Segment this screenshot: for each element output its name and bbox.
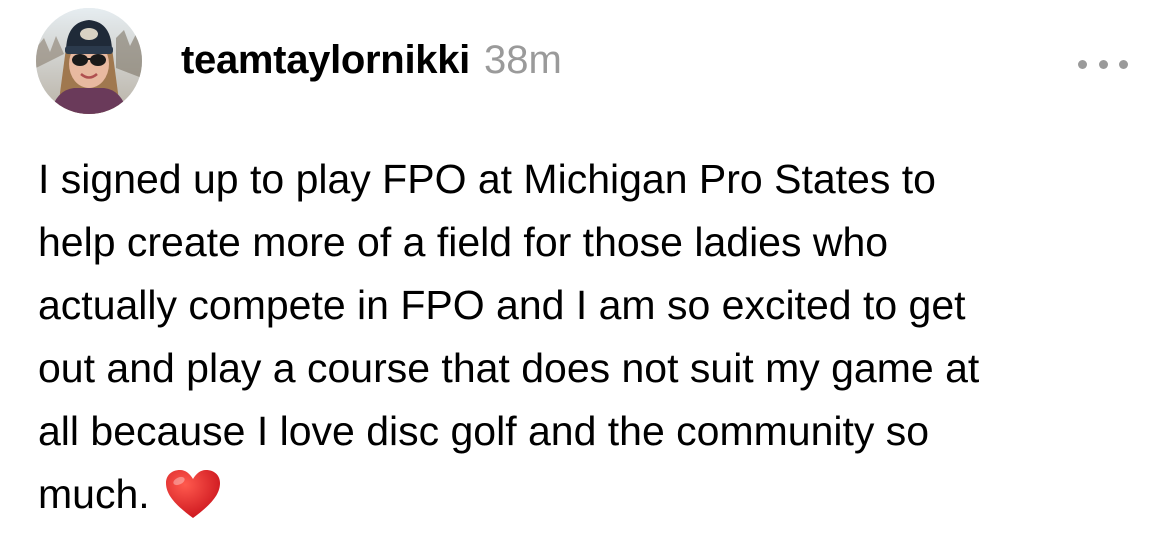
red-heart-icon [165,470,220,518]
more-horizontal-icon [1078,59,1087,69]
post-text-last-line: much. [38,463,1138,526]
more-horizontal-icon [1098,59,1108,69]
post-text-line: out and play a course that does not suit… [38,345,980,391]
post-text-line: much. [38,471,150,517]
post-header: teamtaylornikki 38m [181,38,562,94]
profile-photo-icon [36,8,142,114]
username[interactable]: teamtaylornikki [181,38,470,83]
post-body: I signed up to play FPO at Michigan Pro … [38,148,1138,526]
timestamp: 38m [483,38,562,82]
post-text-line: actually compete in FPO and I am so exci… [38,282,966,328]
more-horizontal-icon [1119,59,1128,69]
more-options-button[interactable] [1078,52,1128,76]
post-text-line: I signed up to play FPO at Michigan Pro … [38,156,936,202]
thread-post: teamtaylornikki 38m I signed up to play … [0,0,1170,535]
post-text-line: help create more of a field for those la… [38,219,889,265]
avatar[interactable] [36,8,142,114]
post-text-line: all because I love disc golf and the com… [38,408,930,454]
